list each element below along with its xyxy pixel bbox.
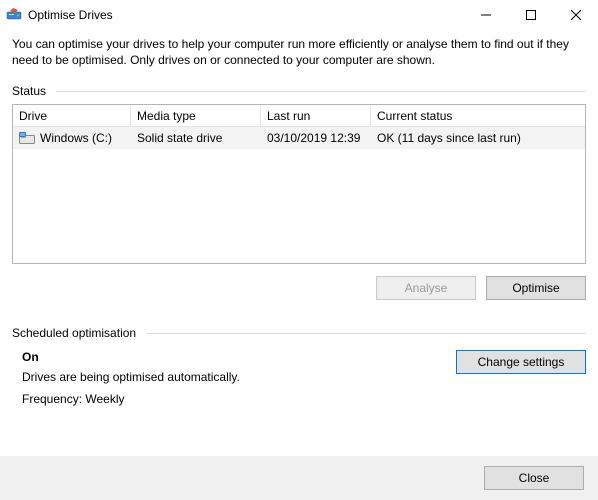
col-header-status[interactable]: Current status bbox=[371, 106, 585, 127]
cell-status: OK (11 days since last run) bbox=[371, 128, 585, 148]
scheduled-state: On bbox=[22, 350, 436, 364]
scheduled-label-text: Scheduled optimisation bbox=[12, 326, 136, 340]
scheduled-section-label: Scheduled optimisation bbox=[12, 326, 586, 340]
col-header-drive[interactable]: Drive bbox=[13, 106, 131, 127]
scheduled-desc: Drives are being optimised automatically… bbox=[22, 370, 436, 384]
divider bbox=[146, 333, 586, 334]
titlebar: Optimise Drives bbox=[0, 0, 598, 30]
drives-listview[interactable]: Drive Media type Last run Current status… bbox=[12, 104, 586, 264]
cell-last: 03/10/2019 12:39 bbox=[261, 128, 371, 148]
app-icon bbox=[6, 7, 22, 23]
maximize-button[interactable] bbox=[508, 0, 553, 30]
table-row[interactable]: Windows (C:) Solid state drive 03/10/201… bbox=[13, 127, 585, 149]
drive-icon bbox=[19, 132, 35, 144]
cell-media: Solid state drive bbox=[131, 128, 261, 148]
cell-drive: Windows (C:) bbox=[13, 128, 131, 148]
window-title: Optimise Drives bbox=[28, 8, 113, 22]
scheduled-frequency: Frequency: Weekly bbox=[22, 392, 436, 406]
minimize-button[interactable] bbox=[463, 0, 508, 30]
bottom-bar: Close bbox=[0, 456, 598, 500]
col-header-last[interactable]: Last run bbox=[261, 106, 371, 127]
analyse-button: Analyse bbox=[376, 276, 476, 300]
change-settings-button[interactable]: Change settings bbox=[456, 350, 586, 374]
status-label-text: Status bbox=[12, 84, 46, 98]
cell-drive-text: Windows (C:) bbox=[40, 131, 112, 145]
status-section-label: Status bbox=[12, 84, 586, 98]
close-dialog-button[interactable]: Close bbox=[484, 466, 584, 490]
window-controls bbox=[463, 0, 598, 30]
col-header-media[interactable]: Media type bbox=[131, 106, 261, 127]
drives-header-row: Drive Media type Last run Current status bbox=[13, 105, 585, 127]
optimise-button[interactable]: Optimise bbox=[486, 276, 586, 300]
intro-text: You can optimise your drives to help you… bbox=[12, 36, 586, 68]
divider bbox=[56, 91, 586, 92]
close-button[interactable] bbox=[553, 0, 598, 30]
